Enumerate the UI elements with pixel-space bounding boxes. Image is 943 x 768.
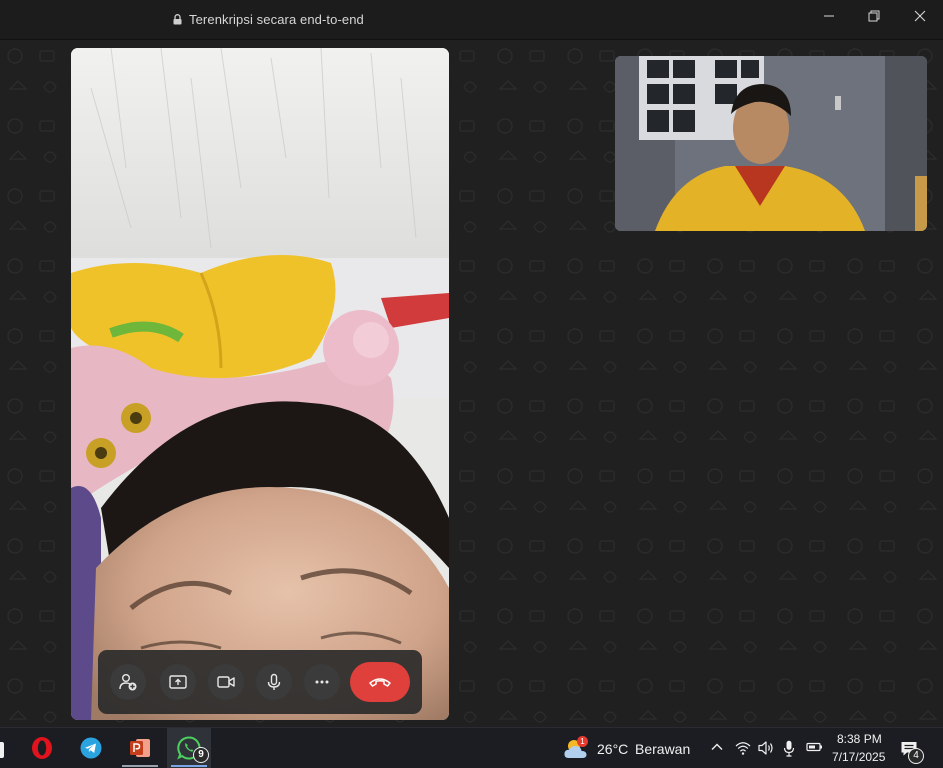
more-horizontal-icon [315,680,329,684]
call-controls [98,650,422,714]
clock-time[interactable]: 8:38 PM [837,732,882,746]
minimize-icon [824,15,834,17]
taskbar-edge [0,742,4,758]
remote-video-feed[interactable] [71,48,449,720]
show-hidden-icons-chevron-icon[interactable] [710,740,724,754]
microphone-icon [267,673,281,690]
restore-icon [868,10,880,22]
self-video-preview[interactable] [615,56,927,231]
hang-up-icon [369,678,391,687]
taskbar-app-powerpoint[interactable] [118,728,162,768]
encryption-status-text: Terenkripsi secara end-to-end [189,12,364,27]
weather-condition[interactable]: Berawan [635,741,690,757]
close-icon [914,10,926,22]
volume-icon[interactable] [757,740,775,756]
mute-button[interactable] [256,664,292,700]
video-toggle-button[interactable] [208,664,244,700]
notification-count-badge: 4 [908,748,924,764]
taskbar-app-telegram[interactable] [69,728,113,768]
share-screen-button[interactable] [160,664,196,700]
video-camera-icon [217,676,235,688]
app-running-indicator [122,765,158,767]
person-add-icon [119,674,137,691]
share-screen-icon [169,675,187,689]
clock-date[interactable]: 7/17/2025 [832,750,885,764]
opera-icon [32,737,52,759]
app-active-indicator [171,765,207,767]
title-bar: Terenkripsi secara end-to-end [0,0,943,40]
add-participant-button[interactable] [110,664,146,700]
more-options-button[interactable] [304,664,340,700]
taskbar-app-whatsapp[interactable]: 9 [167,728,211,768]
taskbar: 9 1 26°C Berawan 8:38 PM 7/17/2025 4 [0,727,943,768]
weather-temperature[interactable]: 26°C [597,741,628,757]
weather-alert-badge: 1 [577,736,588,747]
wifi-icon[interactable] [735,740,751,756]
taskbar-app-opera[interactable] [20,728,64,768]
battery-icon[interactable] [806,740,823,754]
telegram-icon [80,737,102,759]
minimize-button[interactable] [806,0,852,34]
microphone-in-use-icon[interactable] [783,740,795,757]
lock-icon [173,14,182,25]
powerpoint-icon [130,739,150,757]
close-button[interactable] [897,0,943,34]
restore-button[interactable] [851,0,897,34]
end-call-button[interactable] [350,662,410,702]
whatsapp-unread-badge: 9 [193,747,209,763]
